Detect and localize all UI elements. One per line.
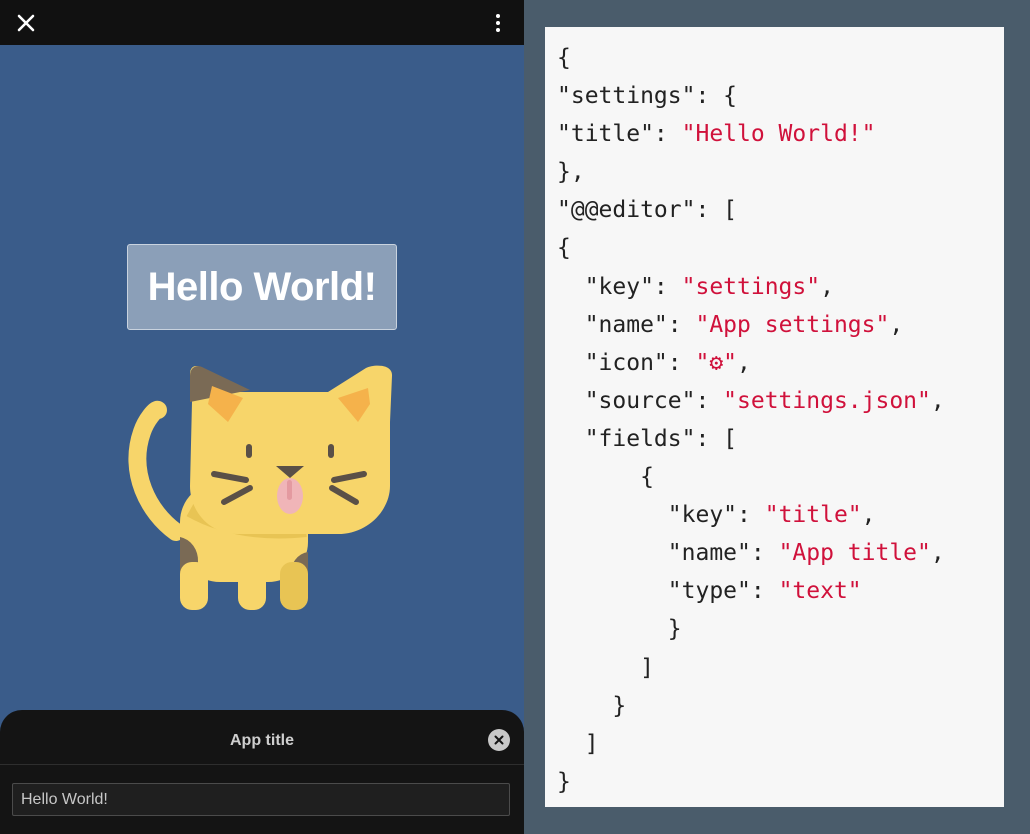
code-line: { [557, 235, 571, 262]
code-line: "@@editor": [ [557, 197, 738, 224]
code-line-value: "settings" [681, 273, 821, 300]
code-line-end: , [930, 387, 945, 414]
code-line-end: , [889, 311, 904, 338]
sheet-divider [0, 764, 524, 765]
code-line-end: , [820, 273, 834, 300]
sheet-close-button[interactable] [488, 729, 510, 751]
code-line-end: , [861, 502, 876, 529]
code-line: ] [557, 730, 599, 757]
code-line: ] [557, 654, 654, 681]
code-line-value: "title" [764, 502, 862, 529]
code-panel: { "settings": { "title": "Hello World!" … [545, 27, 1004, 807]
code-line: } [557, 616, 682, 643]
code-line: } [557, 768, 571, 795]
app-preview: Hello World! App title [0, 0, 524, 834]
code-line-key: "source": [557, 387, 724, 414]
code-line: }, [557, 159, 585, 186]
close-circle-icon [494, 735, 504, 745]
more-menu-button[interactable] [486, 9, 510, 37]
code-line-key: "name": [557, 311, 696, 338]
code-line-value: "App settings" [695, 311, 890, 338]
kebab-menu-icon [496, 14, 500, 18]
code-line-key: "title": [557, 121, 682, 148]
sheet-title: App title [230, 732, 294, 749]
code-line-key: "name": [557, 540, 779, 567]
app-title-input[interactable] [12, 783, 510, 816]
close-button[interactable] [12, 9, 40, 37]
code-line: "settings": { [557, 83, 738, 110]
code-line-end: , [737, 349, 751, 376]
code-line-value: "text" [778, 578, 862, 605]
code-line-value: "Hello World!" [681, 121, 876, 148]
top-bar [0, 0, 524, 45]
code-line-end: , [930, 540, 945, 567]
code-line-key: "key": [557, 273, 682, 300]
code-line-key: "icon": [557, 349, 696, 376]
settings-json-code: { "settings": { "title": "Hello World!" … [557, 39, 945, 801]
close-icon [17, 14, 35, 32]
code-line: { [557, 464, 654, 491]
code-line: "fields": [ [557, 425, 738, 452]
code-line: { [557, 45, 571, 71]
cat-illustration [128, 365, 393, 610]
code-line: } [557, 692, 627, 719]
code-line-key: "key": [557, 502, 765, 529]
code-line-value: "settings.json" [723, 387, 931, 414]
code-line-key: "type": [557, 578, 779, 605]
code-line-value: "App title" [778, 540, 931, 567]
hello-title[interactable]: Hello World! [127, 244, 397, 330]
code-line-value: "⚙" [695, 349, 738, 376]
